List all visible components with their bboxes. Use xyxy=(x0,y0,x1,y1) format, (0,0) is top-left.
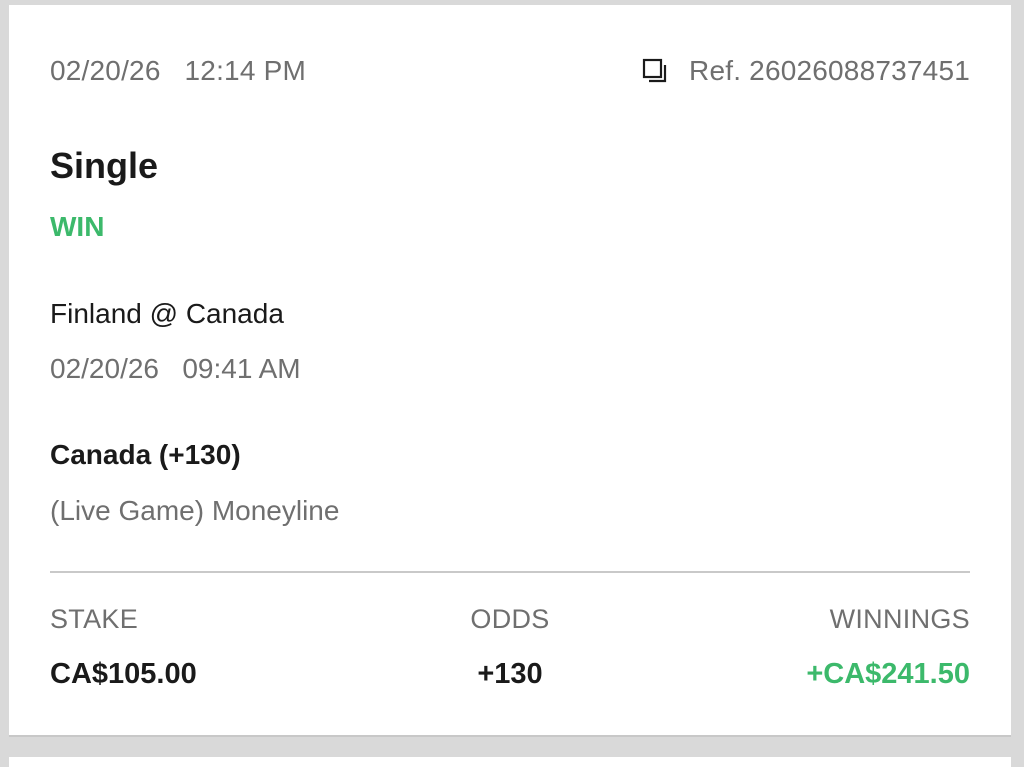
winnings-label: WINNINGS xyxy=(829,604,970,634)
event-name: Finland @ Canada xyxy=(50,298,284,329)
placed-datetime: 02/20/26 12:14 PM xyxy=(50,55,306,86)
winnings-column: WINNINGS +CA$241.50 xyxy=(806,601,970,693)
stake-column: STAKE CA$105.00 xyxy=(50,601,197,693)
reference-number: Ref. 26026088737451 xyxy=(689,55,970,86)
status-badge: WIN xyxy=(50,211,105,242)
divider xyxy=(50,571,970,573)
odds-column: ODDS +130 xyxy=(430,601,590,693)
next-bet-card[interactable] xyxy=(9,757,1011,767)
selection: Canada (+130) xyxy=(50,439,241,470)
market-type: (Live Game) Moneyline xyxy=(50,495,340,526)
bet-summary: STAKE CA$105.00 ODDS +130 WINNINGS +CA$2… xyxy=(50,601,970,701)
copy-icon[interactable] xyxy=(641,57,669,85)
bet-type: Single xyxy=(50,145,159,186)
bet-header: 02/20/26 12:14 PM Ref. 26026088737451 xyxy=(50,53,970,89)
bet-card[interactable]: 02/20/26 12:14 PM Ref. 26026088737451 Si… xyxy=(9,5,1011,737)
odds-label: ODDS xyxy=(470,604,550,634)
winnings-value: +CA$241.50 xyxy=(806,658,970,690)
event-datetime: 02/20/26 09:41 AM xyxy=(50,353,301,384)
page: 02/20/26 12:14 PM Ref. 26026088737451 Si… xyxy=(0,0,1024,767)
reference-copy[interactable]: Ref. 26026088737451 xyxy=(641,55,970,87)
stake-label: STAKE xyxy=(50,604,139,634)
odds-value: +130 xyxy=(477,658,543,690)
stake-value: CA$105.00 xyxy=(50,658,197,690)
